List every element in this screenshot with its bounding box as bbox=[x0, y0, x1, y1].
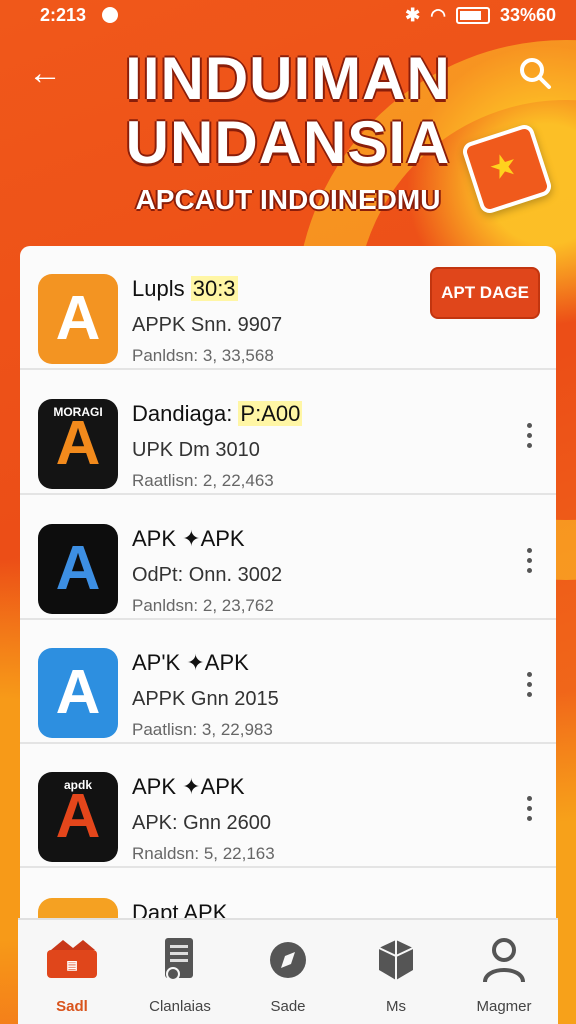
more-options-icon[interactable] bbox=[526, 672, 534, 698]
app-name-highlight: P:A00 bbox=[238, 401, 303, 426]
tab-label: Ms bbox=[386, 998, 406, 1015]
tab-sade[interactable]: Sade bbox=[234, 920, 342, 1024]
app-icon[interactable]: A bbox=[38, 648, 118, 738]
tab-label: Magmer bbox=[476, 998, 532, 1015]
battery-level: 33%60 bbox=[499, 5, 556, 25]
compass-icon bbox=[259, 936, 317, 986]
app-name: AP'K ✦APK bbox=[132, 650, 249, 675]
app-version: OdPt: Onn. 3002 bbox=[132, 564, 283, 586]
app-downloads: Panldsn: 3, 33,568 bbox=[132, 346, 274, 365]
tab-label: Sade bbox=[270, 998, 306, 1015]
app-downloads: Panldsn: 2, 23,762 bbox=[132, 596, 274, 615]
app-name: Dandiaga: P:A00 bbox=[132, 401, 303, 426]
app-version: APPK Snn. 9907 bbox=[132, 314, 283, 336]
app-list-item[interactable]: apdk A APK ✦APK APK: Gnn 2600 Rnaldsn: 5, 22… bbox=[20, 744, 556, 868]
battery-icon bbox=[455, 7, 490, 24]
store-icon: ▤ bbox=[43, 936, 101, 986]
profile-icon bbox=[475, 936, 533, 986]
app-name: APK ✦APK bbox=[132, 526, 245, 551]
app-list-item[interactable]: A APK ✦APK OdPt: Onn. 3002 Panldsn: 2, 23,7… bbox=[20, 496, 556, 620]
box-icon bbox=[367, 936, 425, 986]
bottom-tab-bar: ▤ Sadl Clanlaias Sade Ms Magmer bbox=[18, 918, 558, 1024]
tab-clanlaias[interactable]: Clanlaias bbox=[126, 920, 234, 1024]
more-options-icon[interactable] bbox=[526, 796, 534, 822]
list-icon bbox=[151, 936, 209, 986]
svg-text:▤: ▤ bbox=[66, 958, 77, 972]
app-downloads: Rnaldsn: 5, 22,163 bbox=[132, 844, 275, 863]
more-options-icon[interactable] bbox=[526, 548, 534, 574]
status-time: 2:213 bbox=[40, 5, 87, 25]
app-version: APK: Gnn 2600 bbox=[132, 812, 271, 834]
app-icon[interactable]: MORAGI A bbox=[38, 399, 118, 489]
app-icon-caption: apdk bbox=[63, 778, 92, 792]
app-version: APPK Gnn 2015 bbox=[132, 688, 279, 710]
tab-magmer[interactable]: Magmer bbox=[450, 920, 558, 1024]
app-name: Lupls 30:3 bbox=[132, 276, 238, 301]
app-icon[interactable]: apdk A bbox=[38, 772, 118, 862]
update-button[interactable]: APT DAGE bbox=[430, 267, 540, 319]
more-options-icon[interactable] bbox=[526, 423, 534, 449]
app-icon[interactable]: A bbox=[38, 274, 118, 364]
app-list-item[interactable]: MORAGI A Dandiaga: P:A00 UPK Dm 3010 Raatlis… bbox=[20, 371, 556, 495]
wifi-icon: ◠ bbox=[430, 5, 446, 25]
app-list-item[interactable]: A AP'K ✦APK APPK Gnn 2015 Paatlisn: 3, 22,9… bbox=[20, 620, 556, 744]
app-icon-caption: MORAGI bbox=[53, 405, 103, 419]
app-logo-glyph: A bbox=[55, 658, 101, 727]
tab-sadl[interactable]: ▤ Sadl bbox=[18, 920, 126, 1024]
app-icon[interactable]: A bbox=[38, 524, 118, 614]
page-title-line1: IINDUIMAN bbox=[125, 45, 451, 112]
app-downloads: Raatlisn: 2, 22,463 bbox=[132, 471, 274, 490]
app-logo-glyph: A bbox=[55, 534, 101, 603]
bluetooth-icon: ✱ bbox=[405, 5, 421, 25]
app-name: APK ✦APK bbox=[132, 774, 245, 799]
app-logo-glyph: A bbox=[55, 782, 101, 851]
notification-icon bbox=[102, 7, 118, 23]
app-version: UPK Dm 3010 bbox=[132, 439, 260, 461]
tab-label: Clanlaias bbox=[149, 998, 211, 1015]
header: ← IINDUIMAN UNDANSIA APCAUT INDOINEDMU bbox=[0, 36, 576, 246]
tab-ms[interactable]: Ms bbox=[342, 920, 450, 1024]
app-name-highlight: 30:3 bbox=[190, 276, 238, 301]
status-bar: 2:213 ✱ ◠ 33%60 bbox=[0, 0, 576, 34]
app-logo-glyph: A bbox=[55, 284, 101, 353]
page-subtitle: APCAUT INDOINEDMU bbox=[135, 184, 441, 215]
tab-label: Sadl bbox=[56, 998, 88, 1015]
app-list-item[interactable]: A Lupls 30:3 APPK Snn. 9907 Panldsn: 3, 33,… bbox=[20, 246, 556, 370]
app-list: A Lupls 30:3 APPK Snn. 9907 Panldsn: 3, 33,… bbox=[20, 246, 556, 1024]
app-logo-glyph: A bbox=[55, 409, 101, 478]
app-downloads: Paatlisn: 3, 22,983 bbox=[132, 720, 273, 739]
